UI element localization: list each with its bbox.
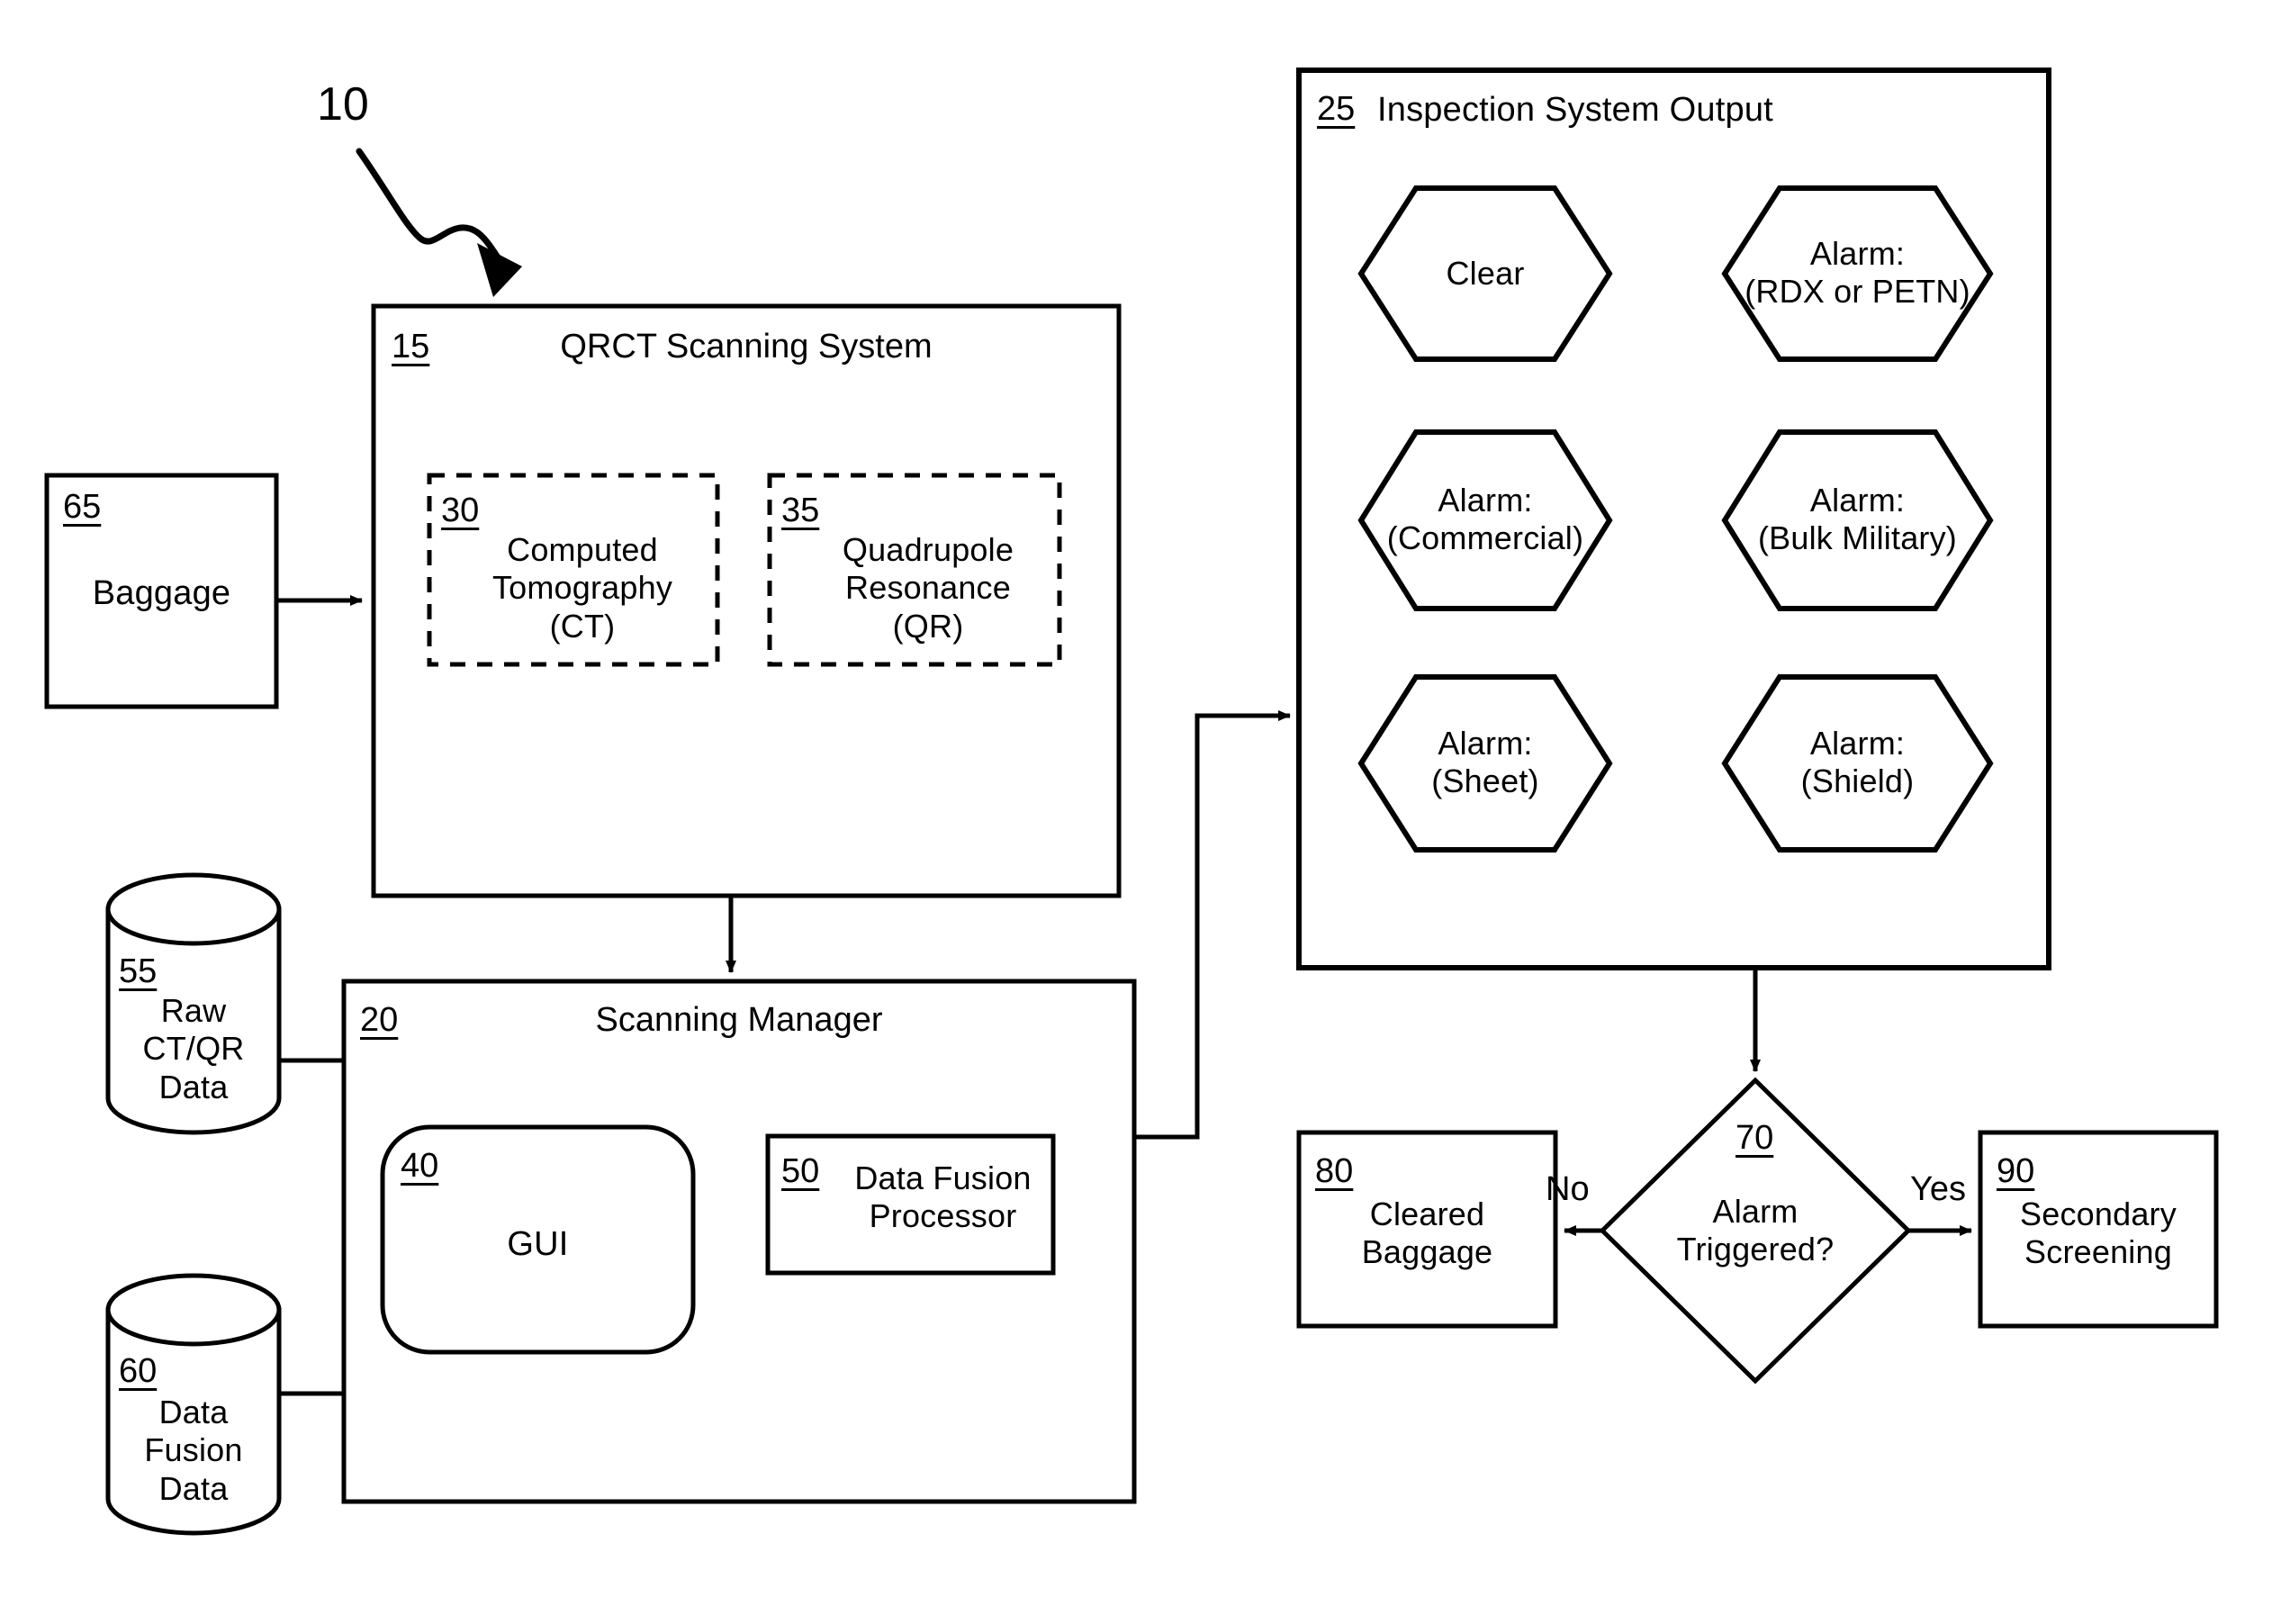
raw-data-label: Raw CT/QR Data <box>142 992 245 1105</box>
quadrupole-resonance-label: Quadrupole Resonance (QR) <box>842 531 1014 645</box>
ref-numeral-80: 80 <box>1315 1152 1354 1190</box>
outcome-label-clear: Clear <box>1446 255 1525 292</box>
ref-numeral-60: 60 <box>119 1352 158 1390</box>
secondary-screening-label: Secondary Screening <box>2020 1195 2177 1271</box>
inspection-output-title: Inspection System Output <box>1377 91 1773 129</box>
alarm-decision-label: Alarm Triggered? <box>1676 1193 1835 1268</box>
ref-numeral-40: 40 <box>401 1147 439 1185</box>
figure-number: 10 <box>317 78 369 131</box>
ref-numeral-35: 35 <box>781 492 820 529</box>
cleared-baggage-label: Cleared Baggage <box>1361 1195 1493 1271</box>
ref-numeral-30: 30 <box>441 492 480 529</box>
data-fusion-processor-label: Data Fusion Processor <box>854 1159 1032 1235</box>
edge-label-yes: Yes <box>1910 1170 1966 1208</box>
outcome-label-sheet: Alarm: (Sheet) <box>1431 725 1539 800</box>
ref-numeral-50: 50 <box>781 1152 820 1190</box>
figure-callout-arrowhead <box>477 243 522 297</box>
ref-numeral-90: 90 <box>1997 1152 2035 1190</box>
outcome-label-shield: Alarm: (Shield) <box>1800 725 1915 800</box>
ref-numeral-70: 70 <box>1736 1119 1774 1157</box>
scanning-manager-title: Scanning Manager <box>595 1001 883 1039</box>
outcome-label-commercial: Alarm: (Commercial) <box>1386 482 1584 557</box>
ref-numeral-65: 65 <box>63 488 102 526</box>
ref-numeral-55: 55 <box>119 952 158 990</box>
fusion-data-label: Data Fusion Data <box>144 1394 243 1507</box>
patent-figure: Cleared Baggage --> Secondary Screening … <box>0 0 2290 1624</box>
ref-numeral-25: 25 <box>1317 90 1356 128</box>
baggage-label: Baggage <box>92 574 231 612</box>
qrct-system-title: QRCT Scanning System <box>560 328 933 365</box>
gui-label: GUI <box>507 1225 569 1263</box>
outcome-label-bulk-military: Alarm: (Bulk Military) <box>1757 482 1957 557</box>
outcome-label-rdx-petn: Alarm: (RDX or PETN) <box>1745 235 1970 311</box>
computed-tomography-label: Computed Tomography (CT) <box>491 531 673 645</box>
edge-scanning-manager-to-inspection <box>1134 710 1291 1140</box>
